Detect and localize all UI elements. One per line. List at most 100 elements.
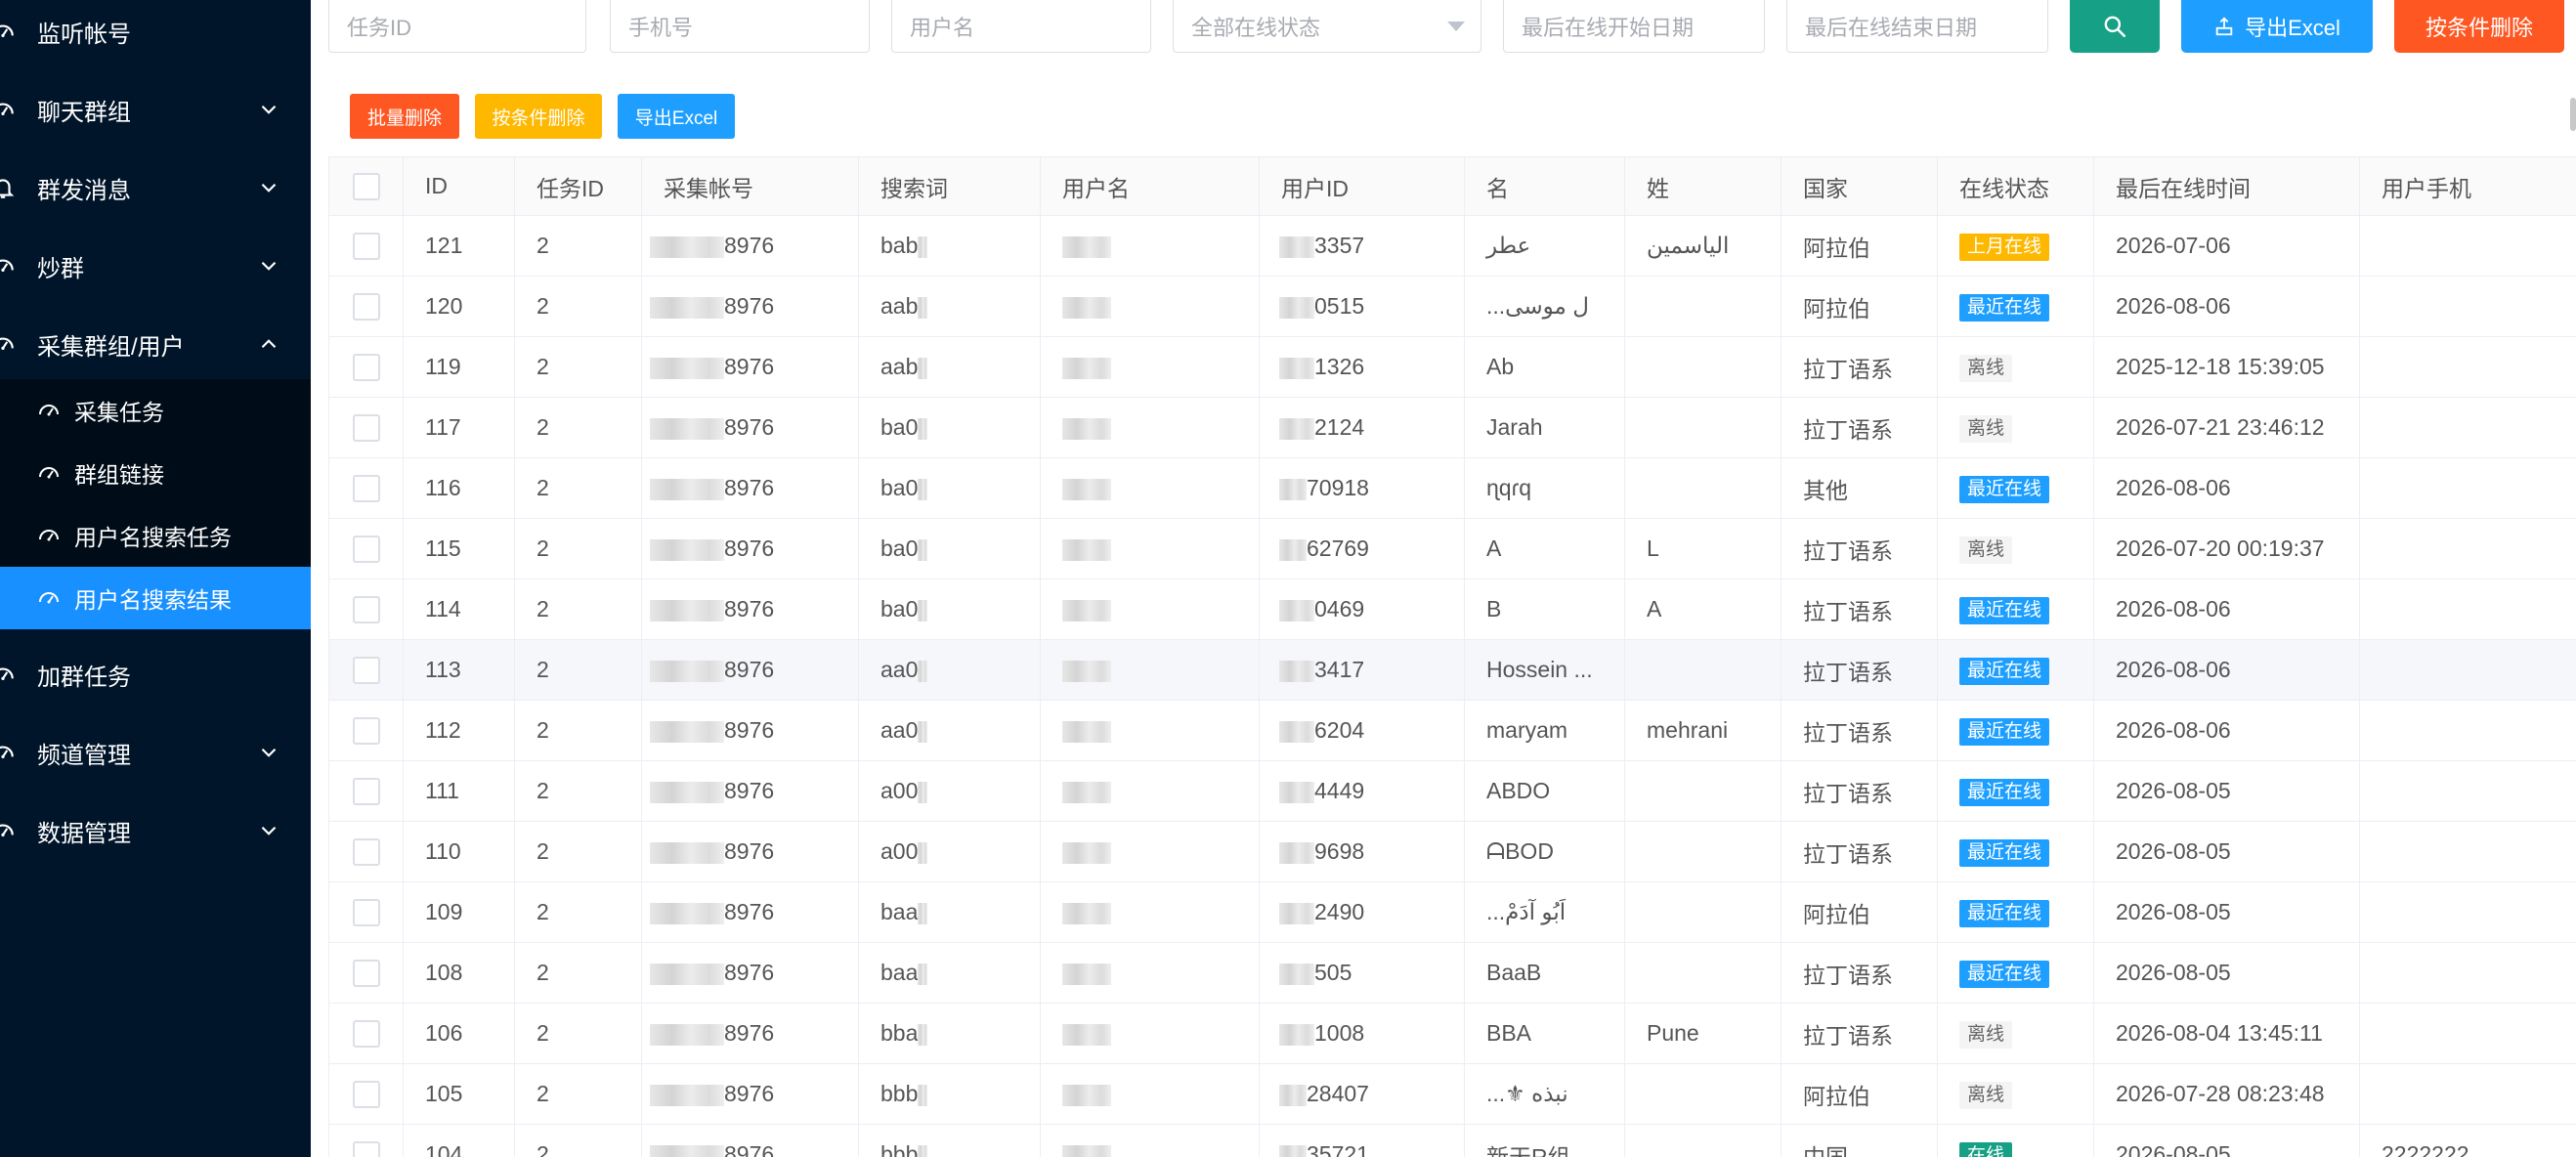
cell-task-id: 2	[514, 1003, 642, 1064]
sidebar-item-label: 频道管理	[37, 742, 131, 769]
table-row[interactable]: 11128976a004449ABDO拉丁语系最近在线2026-08-05否	[328, 760, 2576, 822]
column-header[interactable]: 姓	[1624, 156, 1782, 216]
cell-user-id: 3417	[1259, 639, 1465, 701]
delete-by-condition-top-button[interactable]: 按条件删除	[2394, 0, 2564, 53]
column-header[interactable]: 搜索词	[858, 156, 1041, 216]
right-edge-scrollbar[interactable]	[2570, 98, 2576, 131]
row-select-cell	[328, 700, 404, 761]
sidebar-item-1[interactable]: 聊天群组	[0, 70, 311, 149]
online-status-select[interactable]: 全部在线状态	[1173, 0, 1481, 53]
last-online-start-input[interactable]: 最后在线开始日期	[1503, 0, 1765, 53]
sidebar-item-7[interactable]: 数据管理	[0, 792, 311, 870]
sidebar-item-5[interactable]: 加群任务	[0, 635, 311, 713]
cell-search-term: baa	[858, 942, 1041, 1004]
export-excel-button[interactable]: 导出Excel	[2181, 0, 2373, 53]
row-checkbox[interactable]	[353, 656, 380, 684]
row-checkbox[interactable]	[353, 474, 380, 502]
table-row[interactable]: 115 2 8976 ba0 62769 A L 拉丁语系 离线 2026-07-20 00:19…	[328, 518, 2576, 579]
select-all-checkbox[interactable]	[353, 172, 380, 200]
column-header[interactable]: ID	[403, 156, 515, 216]
cell-country: 拉丁语系	[1781, 942, 1938, 1004]
sidebar-subitem-2[interactable]: 用户名搜索任务	[0, 504, 311, 567]
cell-search-term: aab	[858, 276, 1041, 337]
cell-collect-account: 8976	[641, 700, 859, 761]
sidebar-item-6[interactable]: 频道管理	[0, 713, 311, 792]
results-table-container: ID任务ID采集帐号搜索词用户名用户ID名姓国家在线状态最后在线时间用户手机P …	[328, 156, 2576, 1157]
row-checkbox[interactable]	[353, 1140, 380, 1157]
sidebar-item-3[interactable]: 炒群	[0, 227, 311, 305]
table-row[interactable]: 113 2 8976 aa0 3417 Hossein ... 拉丁语系 最近在线 2026-0…	[328, 639, 2576, 701]
column-header[interactable]: 用户ID	[1259, 156, 1465, 216]
table-row[interactable]: 119 2 8976 aab 1326 Ab 拉丁语系 离线 2025-12-18 15:39:…	[328, 336, 2576, 398]
table-row[interactable]: 105 2 8976 bbb 28407 نبذه ⚜... 阿拉伯 离线 2026-07-28…	[328, 1063, 2576, 1125]
table-row[interactable]: 112 2 8976 aa0 6204 maryam mehrani 拉丁语系 最近在线 2026…	[328, 700, 2576, 761]
row-checkbox[interactable]	[353, 777, 380, 805]
last-online-end-input[interactable]: 最后在线结束日期	[1786, 0, 2048, 53]
cell-user-id: 28407	[1259, 1063, 1465, 1125]
table-row[interactable]: 121 2 8976 bab 3357 عطر الياسمين 阿拉伯 上月在线 2026-07…	[328, 215, 2576, 277]
redacted-block	[1279, 599, 1314, 621]
table-row[interactable]: 109 2 8976 baa 2490 اَبُو آدَمْ... 阿拉伯 最近在线 2026…	[328, 881, 2576, 943]
redacted-block	[1062, 236, 1111, 258]
table-row[interactable]: 120 2 8976 aab 0515 ل موسى... 阿拉伯 最近在线 2026-08-0…	[328, 276, 2576, 337]
row-checkbox[interactable]	[353, 1019, 380, 1048]
sidebar-item-2[interactable]: 群发消息	[0, 149, 311, 227]
cell-text: 1008	[1314, 1020, 1365, 1046]
export-excel-small-button[interactable]: 导出Excel	[618, 94, 735, 139]
caret-down-icon	[1447, 21, 1465, 31]
column-header[interactable]: 国家	[1781, 156, 1938, 216]
row-checkbox[interactable]	[353, 716, 380, 745]
delete-by-condition-button[interactable]: 按条件删除	[475, 94, 602, 139]
cell-user-id: 505	[1259, 942, 1465, 1004]
search-button[interactable]	[2070, 0, 2160, 53]
row-checkbox[interactable]	[353, 1080, 380, 1108]
table-row[interactable]: 11628976ba070918ɳqɾq其他最近在线2026-08-06否	[328, 457, 2576, 519]
table-row[interactable]: 117 2 8976 ba0 2124 Jarah 拉丁语系 离线 2026-07-21 23:…	[328, 397, 2576, 458]
cell-id: 116	[403, 457, 515, 519]
sidebar-subitem-0[interactable]: 采集任务	[0, 379, 311, 442]
sidebar-item-label: 群发消息	[37, 177, 131, 204]
row-checkbox[interactable]	[353, 353, 380, 381]
phone-input[interactable]: 手机号	[610, 0, 870, 53]
row-checkbox[interactable]	[353, 898, 380, 926]
column-header[interactable]: 采集帐号	[641, 156, 859, 216]
row-select-cell	[328, 639, 404, 701]
sidebar-subitem-1[interactable]: 群组链接	[0, 442, 311, 504]
row-checkbox[interactable]	[353, 292, 380, 321]
username-input[interactable]: 用户名	[891, 0, 1151, 53]
cell-collect-account: 8976	[641, 942, 859, 1004]
sidebar-item-0[interactable]: 监听帐号	[0, 0, 311, 70]
cell-id: 114	[403, 578, 515, 640]
row-checkbox[interactable]	[353, 595, 380, 623]
row-select-cell	[328, 518, 404, 579]
redacted-block	[650, 417, 724, 440]
column-header[interactable]: 名	[1464, 156, 1625, 216]
status-badge: 最近在线	[1959, 838, 2050, 867]
table-row[interactable]: 104 2 8976 bbb 35721 新天R组 中国 在线 2026-08-05 222222…	[328, 1124, 2576, 1157]
batch-delete-button[interactable]: 批量删除	[350, 94, 459, 139]
row-checkbox[interactable]	[353, 959, 380, 987]
row-checkbox[interactable]	[353, 232, 380, 260]
column-header[interactable]: 用户名	[1040, 156, 1260, 216]
row-checkbox[interactable]	[353, 535, 380, 563]
cell-id: 105	[403, 1063, 515, 1125]
row-checkbox[interactable]	[353, 837, 380, 866]
redacted-block	[1062, 478, 1111, 500]
redacted-block	[1279, 902, 1314, 924]
table-row[interactable]: 11028976a009698ᗩBOD拉丁语系最近在线2026-08-05否	[328, 821, 2576, 882]
column-header[interactable]: 最后在线时间	[2093, 156, 2360, 216]
sidebar-item-4[interactable]: 采集群组/用户	[0, 305, 311, 383]
task-id-input[interactable]: 任务ID	[328, 0, 586, 53]
column-header[interactable]: 用户手机	[2359, 156, 2576, 216]
row-checkbox[interactable]	[353, 413, 380, 442]
column-header[interactable]: 任务ID	[514, 156, 642, 216]
cell-user-phone	[2359, 518, 2576, 579]
sidebar-subitem-3[interactable]: 用户名搜索结果	[0, 567, 311, 629]
table-row[interactable]: 106 2 8976 bba 1008 BBA Pune 拉丁语系 离线 2026-08-04 1…	[328, 1003, 2576, 1064]
column-header[interactable]: 在线状态	[1937, 156, 2094, 216]
cell-user-id: 0469	[1259, 578, 1465, 640]
cell-text: 8976	[724, 414, 775, 440]
table-row[interactable]: 10828976baa505BaaB拉丁语系最近在线2026-08-05否	[328, 942, 2576, 1004]
table-row[interactable]: 11428976ba00469BA拉丁语系最近在线2026-08-06否	[328, 578, 2576, 640]
cell-search-term: a00	[858, 821, 1041, 882]
